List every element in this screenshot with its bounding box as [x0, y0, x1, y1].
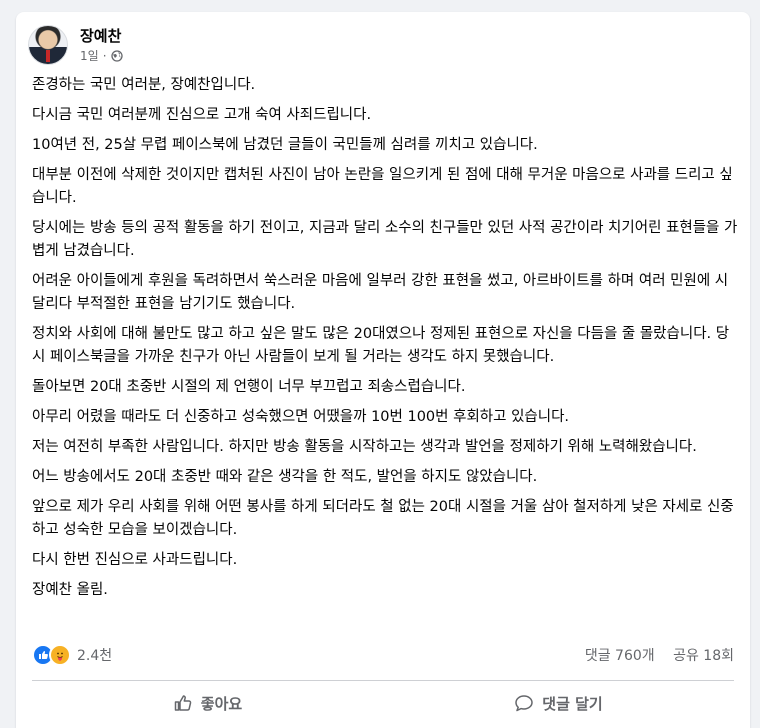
post-stats: 2.4천 댓글 760개 공유 18회 [32, 644, 734, 666]
post-paragraph: 어느 방송에서도 20대 초중반 때와 같은 생각을 한 적도, 발언을 하지도… [32, 469, 538, 485]
like-label: 좋아요 [200, 694, 243, 713]
comment-label: 댓글 달기 [542, 694, 603, 713]
share-count[interactable]: 공유 18회 [673, 648, 734, 664]
post-actions: 좋아요 댓글 달기 [32, 684, 734, 722]
post-paragraph: 돌아보면 20대 초중반 시절의 제 언행이 너무 부끄럽고 죄송스럽습니다. [32, 379, 466, 395]
separator-dot: · [102, 49, 107, 63]
post-paragraph: 어려운 아이들에게 후원을 독려하면서 쑥스러운 마음에 일부러 강한 표현을 … [32, 273, 729, 312]
post-time[interactable]: 1일 [80, 48, 99, 64]
post-paragraph: 정치와 사회에 대해 불만도 많고 하고 싶은 말도 많은 20대였으나 정제된… [32, 326, 730, 365]
post-paragraph: 아무리 어렸을 때라도 더 신중하고 성숙했으면 어땠을까 10번 100번 후… [32, 409, 570, 425]
actions-divider [32, 680, 734, 681]
post-paragraph: 저는 여전히 부족한 사람입니다. 하지만 방송 활동을 시작하고는 생각과 발… [32, 439, 697, 455]
engagement-counts: 댓글 760개 공유 18회 [571, 645, 734, 665]
post-card: 장예찬 1일 · 존경하는 국민 여러분, 장예찬입니다. 다시금 국민 여러분께… [16, 12, 750, 728]
comment-icon [515, 695, 534, 712]
post-paragraph: 대부분 이전에 삭제한 것이지만 캡처된 사진이 남아 논란을 일으키게 된 점… [32, 167, 733, 206]
globe-icon [110, 50, 123, 62]
reaction-count[interactable]: 2.4천 [77, 645, 112, 665]
post-paragraph: 다시 한번 진심으로 사과드립니다. [32, 552, 238, 568]
like-button[interactable]: 좋아요 [32, 684, 383, 722]
comment-count[interactable]: 댓글 760개 [585, 648, 655, 664]
care-reaction-icon [49, 644, 71, 666]
post-header: 장예찬 1일 · [28, 22, 123, 68]
avatar[interactable] [28, 25, 68, 65]
post-paragraph: 앞으로 제가 우리 사회를 위해 어떤 봉사를 하게 되더라도 철 없는 20대… [32, 499, 734, 538]
author-name[interactable]: 장예찬 [80, 26, 123, 46]
post-paragraph: 다시금 국민 여러분께 진심으로 고개 숙여 사죄드립니다. [32, 107, 372, 123]
post-paragraph: 존경하는 국민 여러분, 장예찬입니다. [32, 77, 256, 93]
comment-button[interactable]: 댓글 달기 [383, 684, 734, 722]
post-body: 존경하는 국민 여러분, 장예찬입니다. 다시금 국민 여러분께 진심으로 고개 … [32, 74, 738, 609]
thumbs-up-icon [174, 695, 192, 711]
post-meta: 장예찬 1일 · [80, 26, 123, 64]
post-paragraph: 당시에는 방송 등의 공적 활동을 하기 전이고, 지금과 달리 소수의 친구들… [32, 220, 738, 259]
post-subline: 1일 · [80, 48, 123, 64]
reaction-summary[interactable]: 2.4천 [32, 644, 112, 666]
post-paragraph: 10여년 전, 25살 무렵 페이스북에 남겼던 글들이 국민들께 심려를 끼치… [32, 137, 538, 153]
post-paragraph: 장예찬 올림. [32, 582, 108, 598]
